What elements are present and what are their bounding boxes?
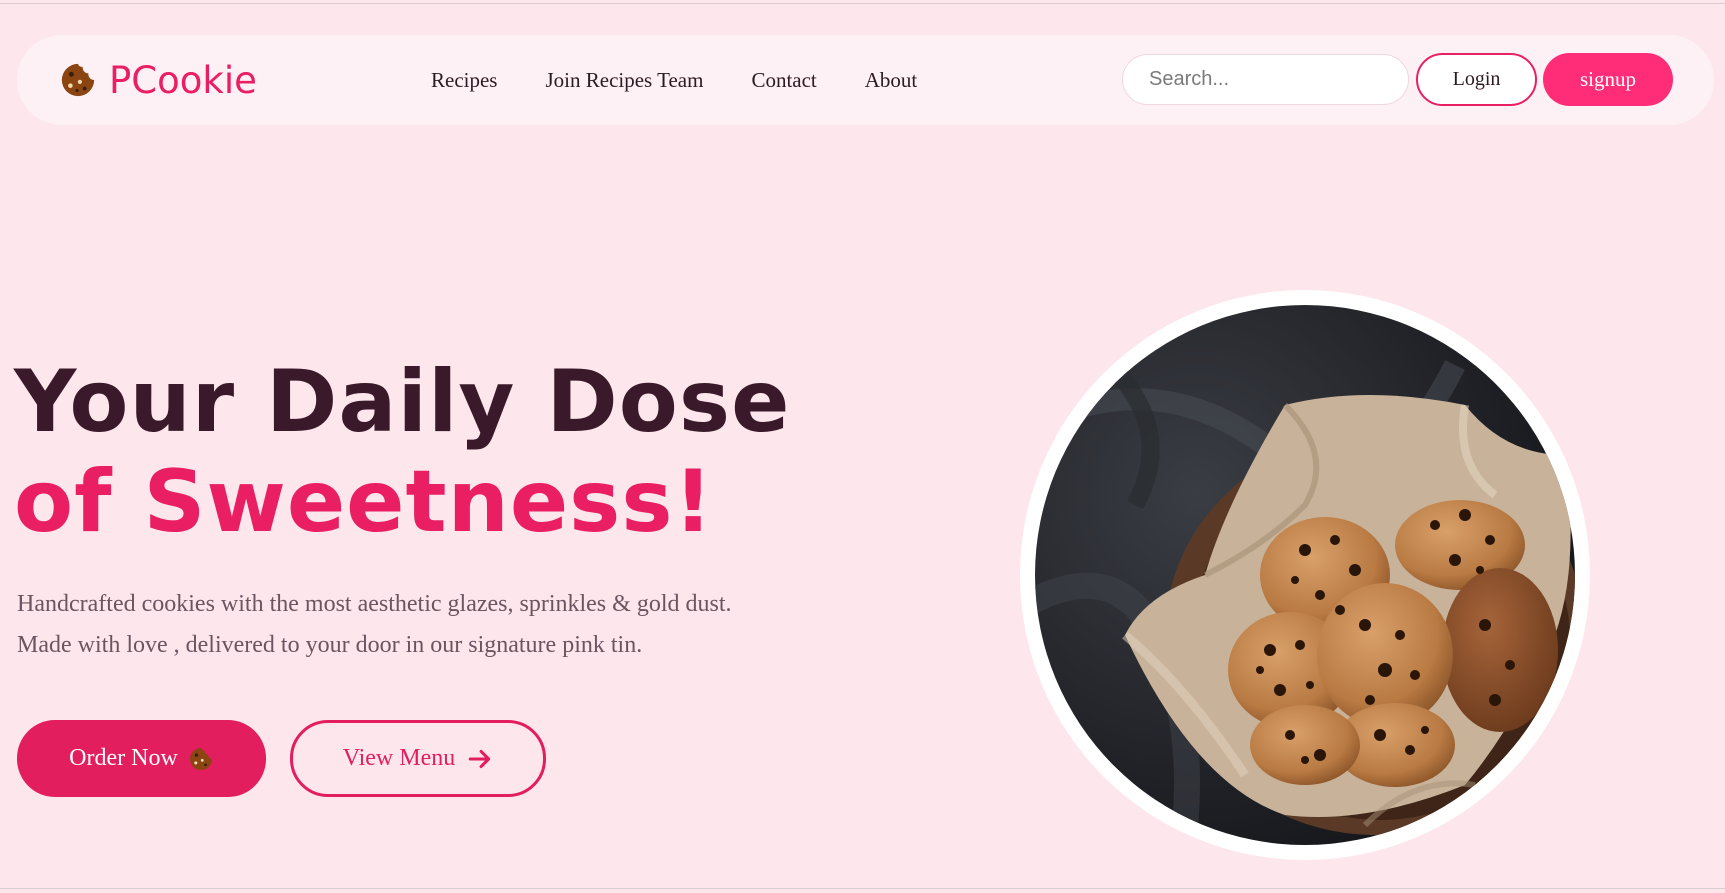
hero-description: Handcrafted cookies with the most aesthe… bbox=[17, 591, 732, 658]
brand-logo[interactable]: PCookie bbox=[59, 58, 257, 102]
brand-name: PCookie bbox=[109, 58, 257, 102]
signup-button[interactable]: signup bbox=[1543, 53, 1673, 106]
arrow-right-icon bbox=[468, 749, 491, 768]
cookie-icon bbox=[189, 747, 212, 770]
cookies-bowl-image bbox=[1035, 305, 1575, 845]
nav-link-contact[interactable]: Contact bbox=[751, 68, 816, 93]
login-button[interactable]: Login bbox=[1416, 53, 1537, 106]
page-top-border bbox=[0, 3, 1725, 4]
nav-link-recipes[interactable]: Recipes bbox=[431, 68, 497, 93]
hero-title: Your Daily Dose of Sweetness! bbox=[14, 352, 790, 552]
hero-title-line1: Your Daily Dose bbox=[14, 352, 791, 452]
main-nav: Recipes Join Recipes Team Contact About bbox=[431, 65, 917, 95]
order-now-label: Order Now bbox=[69, 745, 178, 771]
view-menu-label: View Menu bbox=[342, 745, 456, 771]
nav-link-join-recipes-team[interactable]: Join Recipes Team bbox=[545, 68, 703, 93]
cookie-icon bbox=[61, 63, 95, 97]
view-menu-button[interactable]: View Menu bbox=[290, 720, 546, 797]
navbar: PCookie Recipes Join Recipes Team Contac… bbox=[17, 35, 1714, 125]
order-now-button[interactable]: Order Now bbox=[17, 720, 266, 797]
hero-title-line2: of Sweetness! bbox=[14, 452, 714, 552]
nav-link-about[interactable]: About bbox=[865, 68, 918, 93]
page-bottom-border bbox=[0, 888, 1725, 889]
search-input[interactable] bbox=[1122, 54, 1409, 105]
hero-image-frame bbox=[1020, 290, 1590, 860]
